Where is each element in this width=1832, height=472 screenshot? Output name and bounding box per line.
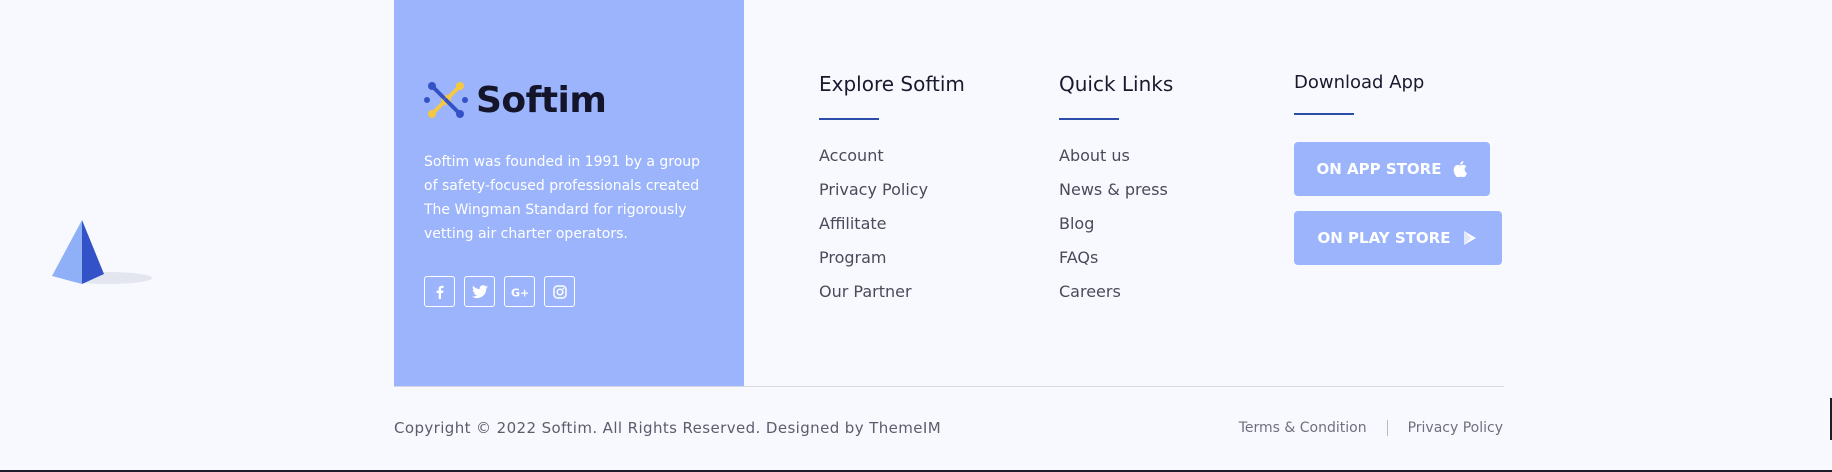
explore-links: Account Privacy Policy Affilitate Progra… [819,146,965,302]
app-store-button[interactable]: ON APP STORE [1294,142,1490,196]
play-store-button[interactable]: ON PLAY STORE [1294,211,1502,265]
facebook-link[interactable] [424,276,455,307]
download-app-column: Download App ON APP STORE ON PLAY STORE [1294,72,1502,265]
play-store-label: ON PLAY STORE [1317,229,1451,247]
instagram-icon [552,284,567,299]
link-news-press[interactable]: News & press [1059,180,1173,200]
quick-links-underline [1059,118,1119,120]
quick-links-title: Quick Links [1059,72,1174,96]
link-faqs[interactable]: FAQs [1059,248,1173,268]
quick-links-column: Quick Links About us News & press Blog F… [1059,72,1173,316]
link-blog[interactable]: Blog [1059,214,1173,234]
link-privacy-policy[interactable]: Privacy Policy [819,180,965,200]
legal-links: Terms & Condition Privacy Policy [1239,420,1503,436]
copyright-text: Copyright © 2022 Softim. All Rights Rese… [394,419,942,437]
link-affiliate[interactable]: Affilitate [819,214,965,234]
link-program[interactable]: Program [819,248,965,268]
twitter-link[interactable] [464,276,495,307]
google-plus-icon: G+ [511,286,529,298]
footer-divider [394,386,1504,387]
link-careers[interactable]: Careers [1059,282,1173,302]
brand-panel: Softim Softim was founded in 1991 by a g… [394,0,744,386]
link-account[interactable]: Account [819,146,965,166]
privacy-policy-link[interactable]: Privacy Policy [1408,420,1503,436]
download-app-title: Download App [1294,72,1425,93]
twitter-icon [471,284,488,298]
apple-icon [1454,161,1468,177]
explore-underline [819,118,879,120]
google-plus-link[interactable]: G+ [504,276,535,307]
terms-link[interactable]: Terms & Condition [1239,420,1367,436]
logo-text: Softim [476,79,607,121]
play-store-icon [1464,231,1477,245]
logo[interactable]: Softim [424,78,607,122]
link-our-partner[interactable]: Our Partner [819,282,965,302]
instagram-link[interactable] [544,276,575,307]
explore-title: Explore Softim [819,72,965,96]
download-app-underline [1294,113,1354,115]
facebook-icon [436,285,443,299]
quick-links-list: About us News & press Blog FAQs Careers [1059,146,1173,302]
brand-description: Softim was founded in 1991 by a group of… [424,154,701,242]
link-about-us[interactable]: About us [1059,146,1173,166]
explore-column: Explore Softim Account Privacy Policy Af… [819,72,965,316]
pyramid-decoration [52,220,152,284]
social-links: G+ [424,276,575,307]
legal-separator [1386,420,1388,436]
logo-mark-icon [424,82,468,118]
app-store-label: ON APP STORE [1316,160,1442,178]
svg-text:G+: G+ [511,286,529,298]
